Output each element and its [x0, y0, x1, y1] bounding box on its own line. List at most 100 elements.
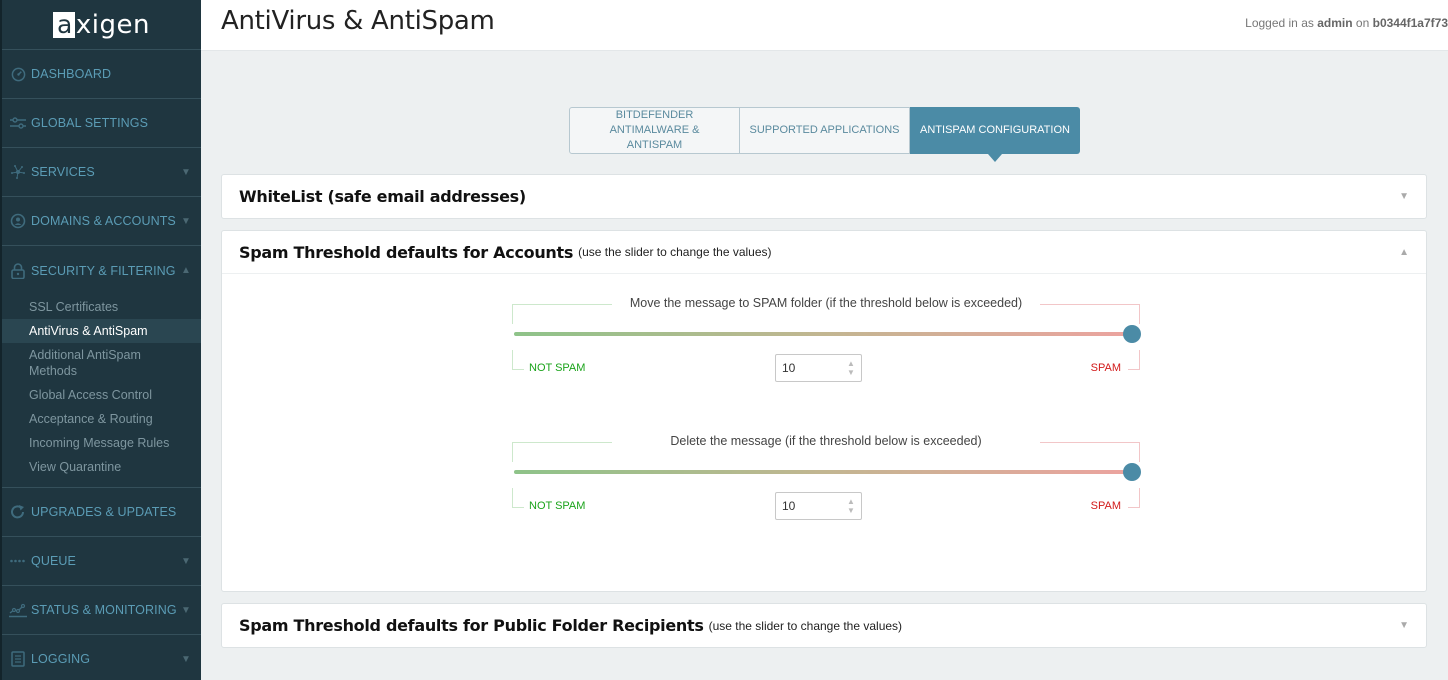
sidebar-item-domains-accounts[interactable]: DOMAINS & ACCOUNTS ▼	[2, 197, 201, 246]
delete-slider-group: Delete the message (if the threshold bel…	[511, 434, 1141, 524]
spin-down-icon[interactable]: ▼	[847, 368, 855, 377]
spam-folder-threshold-input[interactable]: 10 ▲ ▼	[775, 354, 862, 382]
slider-caption: Delete the message (if the threshold bel…	[670, 434, 982, 448]
subnav-antivirus-antispam[interactable]: AntiVirus & AntiSpam	[2, 319, 201, 343]
spin-up-icon[interactable]: ▲	[847, 497, 855, 506]
sidebar-item-label: LOGGING	[31, 652, 91, 666]
sidebar-item-logging[interactable]: LOGGING ▼	[2, 635, 201, 680]
login-prefix: Logged in as	[1245, 16, 1314, 30]
logo-rest: xigen	[75, 9, 150, 40]
subnav-acceptance-routing[interactable]: Acceptance & Routing	[2, 407, 201, 431]
lock-icon	[9, 262, 27, 280]
chevron-down-icon[interactable]: ▼	[1399, 191, 1409, 202]
login-info: Logged in as admin on b0344f1a7f73	[1245, 16, 1448, 30]
number-spinner[interactable]: ▲ ▼	[844, 497, 858, 515]
number-spinner[interactable]: ▲ ▼	[844, 359, 858, 377]
sidebar-item-services[interactable]: SERVICES ▼	[2, 148, 201, 197]
sidebar-item-status-monitoring[interactable]: STATUS & MONITORING ▼	[2, 586, 201, 635]
chevron-down-icon[interactable]: ▼	[1399, 620, 1409, 631]
chevron-up-icon[interactable]: ▲	[1399, 247, 1409, 258]
delete-threshold-input[interactable]: 10 ▲ ▼	[775, 492, 862, 520]
tab-antispam-configuration[interactable]: ANTISPAM CONFIGURATION	[910, 107, 1080, 162]
bracket-decoration	[1128, 350, 1140, 370]
sidebar-item-queue[interactable]: QUEUE ▼	[2, 537, 201, 586]
sidebar-item-dashboard[interactable]: DASHBOARD	[2, 50, 201, 99]
dashboard-icon	[9, 65, 27, 83]
threshold-value: 10	[782, 361, 796, 375]
subnav-incoming-message-rules[interactable]: Incoming Message Rules	[2, 431, 201, 455]
tab-label: ANTISPAM CONFIGURATION	[920, 124, 1070, 136]
not-spam-label: NOT SPAM	[529, 362, 586, 374]
sidebar-item-label: DOMAINS & ACCOUNTS	[31, 214, 176, 228]
panel-subtitle: (use the slider to change the values)	[708, 618, 903, 633]
page-header: AntiVirus & AntiSpam Logged in as admin …	[201, 0, 1448, 51]
subnav-view-quarantine[interactable]: View Quarantine	[2, 455, 201, 479]
accounts-panel-header[interactable]: Spam Threshold defaults for Accounts (us…	[222, 231, 1426, 274]
network-icon	[9, 163, 27, 181]
sidebar-item-label: GLOBAL SETTINGS	[31, 116, 149, 130]
sidebar-item-label: SECURITY & FILTERING	[31, 263, 176, 278]
subnav-ssl-certificates[interactable]: SSL Certificates	[2, 295, 201, 319]
whitelist-panel-header[interactable]: WhiteList (safe email addresses) ▼	[222, 175, 1426, 218]
bracket-decoration	[512, 488, 524, 508]
slider-caption: Move the message to SPAM folder (if the …	[629, 296, 1023, 310]
spam-label: SPAM	[1090, 362, 1121, 374]
sidebar-item-upgrades-updates[interactable]: UPGRADES & UPDATES	[2, 488, 201, 537]
chevron-down-icon: ▼	[181, 555, 191, 567]
login-user: admin	[1317, 16, 1353, 30]
logo-a: a	[53, 11, 75, 38]
subnav-global-access-control[interactable]: Global Access Control	[2, 383, 201, 407]
logo-text: a xigen	[53, 10, 150, 40]
chevron-down-icon: ▼	[181, 653, 191, 665]
public-folder-threshold-panel: Spam Threshold defaults for Public Folde…	[221, 603, 1427, 648]
sliders-icon	[9, 114, 27, 132]
spin-down-icon[interactable]: ▼	[847, 506, 855, 515]
panel-title: Spam Threshold defaults for Accounts	[239, 242, 574, 262]
spin-up-icon[interactable]: ▲	[847, 359, 855, 368]
chevron-down-icon: ▼	[181, 604, 191, 616]
queue-dots-icon	[9, 552, 27, 570]
bracket-decoration	[512, 350, 524, 370]
sidebar-item-global-settings[interactable]: GLOBAL SETTINGS	[2, 99, 201, 148]
sidebar-item-label: QUEUE	[31, 554, 76, 568]
sidebar-item-label: SERVICES	[31, 165, 95, 179]
not-spam-label: NOT SPAM	[529, 500, 586, 512]
tab-label: BITDEFENDER ANTIMALWARE & ANTISPAM	[609, 109, 700, 151]
login-on: on	[1355, 16, 1370, 30]
bracket-decoration	[1128, 488, 1140, 508]
document-icon	[9, 650, 27, 668]
public-panel-header[interactable]: Spam Threshold defaults for Public Folde…	[222, 604, 1426, 647]
slider-thumb[interactable]	[1123, 463, 1141, 481]
sidebar-item-security-filtering[interactable]: SECURITY & FILTERING ▲	[2, 246, 201, 295]
slider-thumb[interactable]	[1123, 325, 1141, 343]
tab-bitdefender[interactable]: BITDEFENDER ANTIMALWARE & ANTISPAM	[569, 107, 740, 154]
security-subnav: SSL Certificates AntiVirus & AntiSpam Ad…	[2, 295, 201, 488]
subnav-additional-antispam[interactable]: Additional AntiSpam Methods	[2, 343, 201, 383]
panel-title: WhiteList (safe email addresses)	[239, 187, 526, 206]
whitelist-panel: WhiteList (safe email addresses) ▼	[221, 174, 1427, 219]
login-host: b0344f1a7f73	[1372, 16, 1448, 30]
sidebar: a xigen DASHBOARD GLOBAL SETTINGS SERVICE…	[0, 0, 201, 680]
sidebar-item-label: STATUS & MONITORING	[31, 603, 177, 617]
chevron-up-icon: ▲	[181, 265, 191, 276]
slider-track[interactable]	[514, 332, 1133, 336]
accounts-threshold-panel: Spam Threshold defaults for Accounts (us…	[221, 230, 1427, 592]
page-title: AntiVirus & AntiSpam	[221, 6, 495, 36]
spam-folder-slider-group: Move the message to SPAM folder (if the …	[511, 296, 1141, 386]
sidebar-item-label: DASHBOARD	[31, 67, 112, 81]
panel-subtitle: (use the slider to change the values)	[578, 245, 772, 259]
tab-supported-applications[interactable]: SUPPORTED APPLICATIONS	[740, 107, 910, 154]
chevron-down-icon: ▼	[181, 166, 191, 178]
user-circle-icon	[9, 212, 27, 230]
chevron-down-icon: ▼	[181, 215, 191, 227]
panel-title: Spam Threshold defaults for Public Folde…	[239, 616, 704, 635]
threshold-value: 10	[782, 499, 796, 513]
sidebar-item-label: UPGRADES & UPDATES	[31, 505, 177, 519]
tab-bar: BITDEFENDER ANTIMALWARE & ANTISPAM SUPPO…	[569, 107, 1080, 162]
refresh-icon	[9, 503, 27, 521]
spam-label: SPAM	[1090, 500, 1121, 512]
tab-label: SUPPORTED APPLICATIONS	[749, 124, 900, 136]
slider-track[interactable]	[514, 470, 1133, 474]
chart-line-icon	[9, 601, 27, 619]
axigen-logo[interactable]: a xigen	[2, 0, 201, 50]
